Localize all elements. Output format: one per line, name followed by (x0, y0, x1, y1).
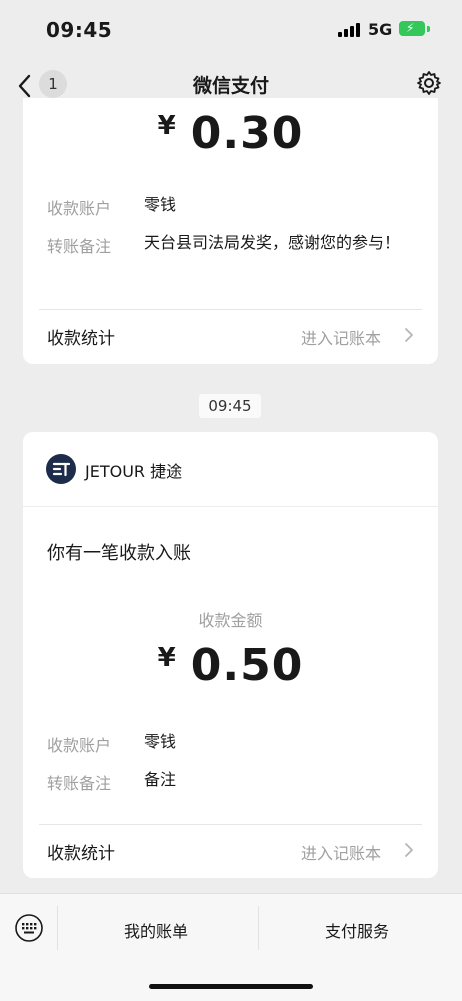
divider (23, 506, 438, 507)
chevron-right-icon[interactable] (403, 842, 415, 858)
menu-separator (258, 906, 259, 950)
amount-value: 0.30 (190, 108, 304, 159)
divider (39, 309, 422, 310)
note-value: 天台县司法局发奖，感谢您的参与！ (144, 233, 401, 252)
menu-my-bills[interactable]: 我的账单 (124, 918, 188, 942)
amount-display: ¥0.30 (23, 108, 438, 159)
ledger-link[interactable]: 进入记账本 (301, 840, 381, 864)
message-timestamp: 09:45 (199, 394, 261, 418)
signal-icon (338, 23, 360, 37)
account-label: 收款账户 (47, 736, 112, 755)
merchant-name[interactable]: JETOUR 捷途 (85, 458, 182, 482)
amount-display: ¥0.50 (23, 640, 438, 691)
account-label: 收款账户 (47, 199, 112, 218)
network-label: 5G (368, 20, 393, 39)
battery-icon: ⚡ (399, 21, 425, 36)
page-title: 微信支付 (192, 75, 269, 97)
account-value: 零钱 (144, 195, 177, 214)
gear-icon[interactable] (416, 70, 442, 96)
battery-cap (427, 26, 430, 32)
chevron-right-icon[interactable] (403, 327, 415, 343)
payment-card-1[interactable]: ¥0.30 收款账户 零钱 转账备注 天台县司法局发奖，感谢您的参与！ 收款统计… (23, 98, 438, 364)
note-value: 备注 (144, 770, 177, 789)
divider (39, 824, 422, 825)
keyboard-icon[interactable] (14, 913, 44, 943)
home-indicator (149, 984, 313, 989)
stats-label[interactable]: 收款统计 (47, 839, 115, 864)
account-value: 零钱 (144, 732, 177, 751)
note-label: 转账备注 (47, 237, 112, 256)
status-bar: 09:45 5G ⚡ (0, 0, 462, 62)
notice-text: 你有一笔收款入账 (47, 543, 191, 564)
status-time: 09:45 (46, 18, 113, 42)
payment-card-2[interactable]: JETOUR 捷途 你有一笔收款入账 收款金额 ¥0.50 收款账户 零钱 转账… (23, 432, 438, 878)
currency-symbol: ¥ (157, 643, 177, 673)
stats-label[interactable]: 收款统计 (47, 324, 115, 349)
amount-caption: 收款金额 (198, 611, 263, 630)
menu-payment-services[interactable]: 支付服务 (325, 918, 389, 942)
amount-value: 0.50 (190, 640, 304, 691)
ledger-link[interactable]: 进入记账本 (301, 325, 381, 349)
menu-separator (57, 906, 58, 950)
jetour-logo-icon (46, 454, 76, 484)
note-label: 转账备注 (47, 774, 112, 793)
currency-symbol: ¥ (157, 111, 177, 141)
